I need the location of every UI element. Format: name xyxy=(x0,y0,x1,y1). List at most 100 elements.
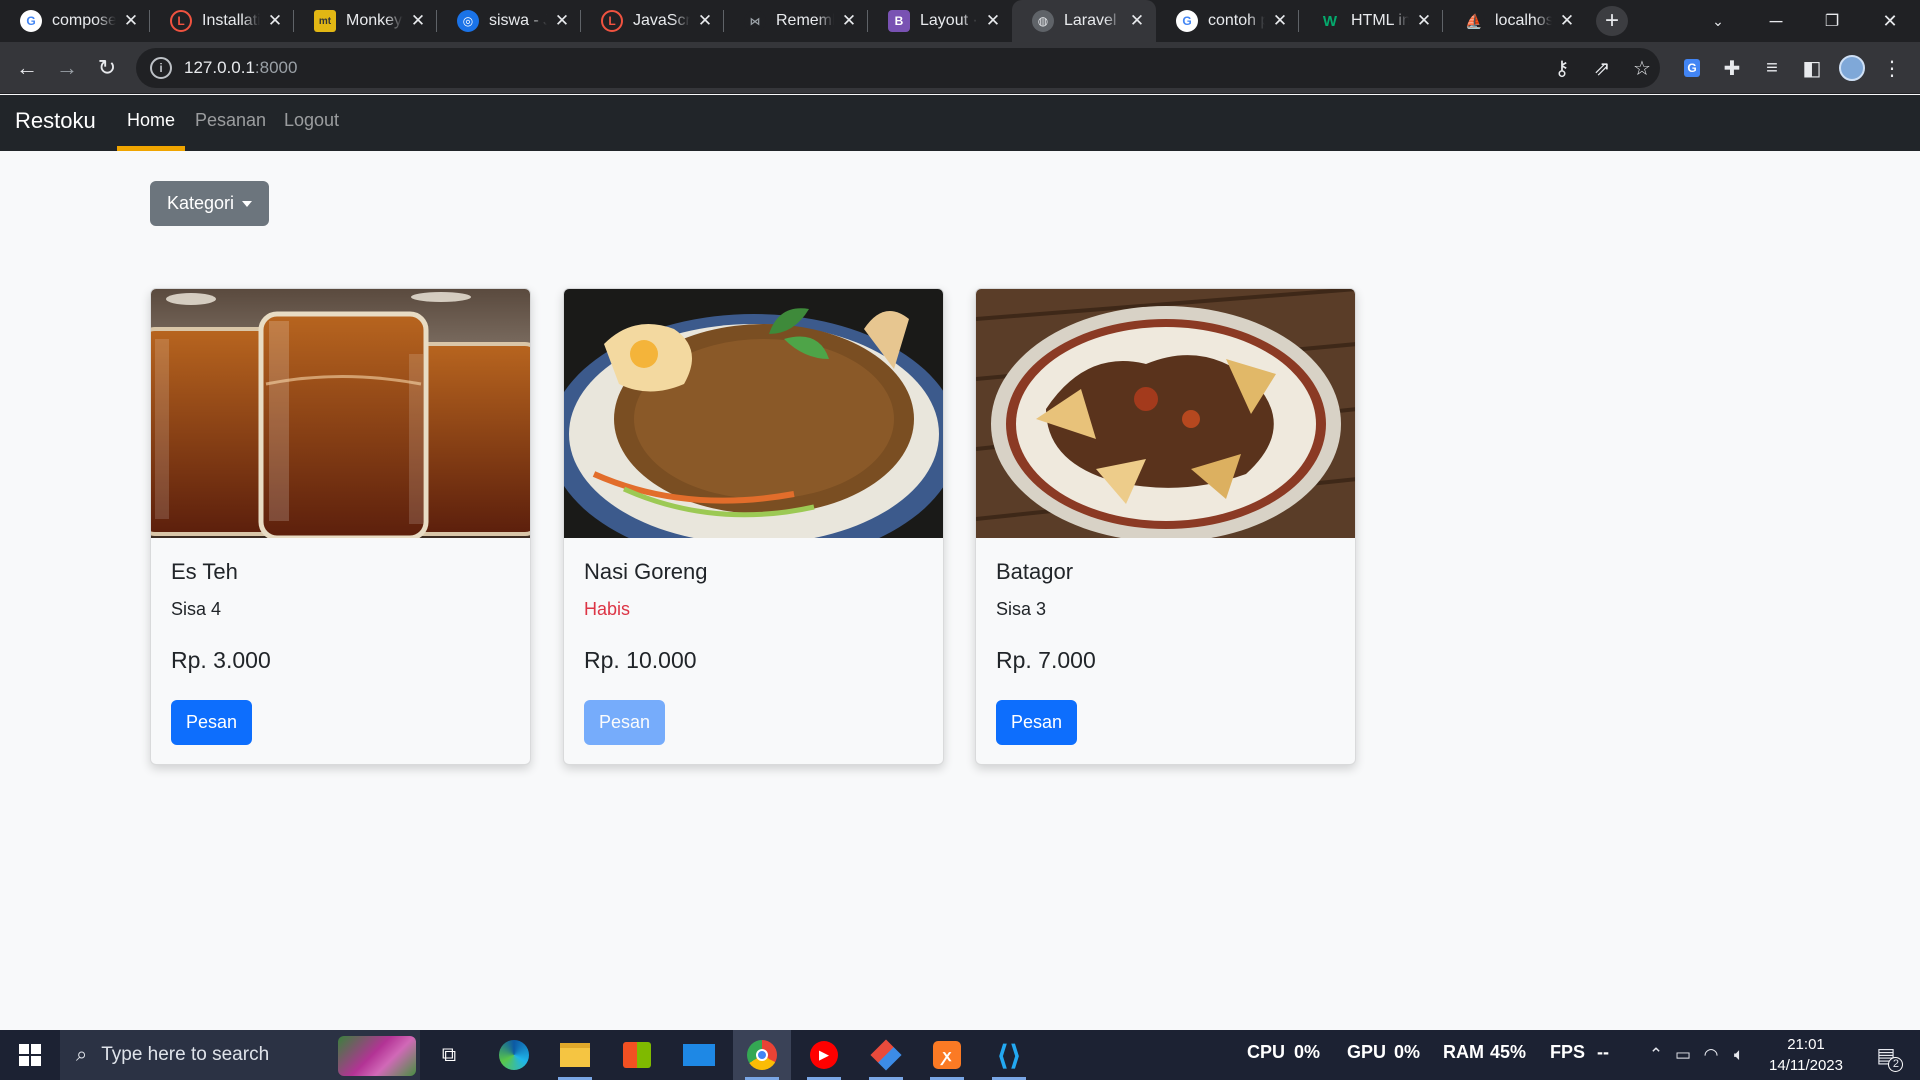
pesan-button[interactable]: Pesan xyxy=(171,700,252,745)
reload-icon[interactable]: ↻ xyxy=(90,51,124,85)
browser-tab[interactable]: W HTML input ✕ xyxy=(1299,0,1443,42)
browser-tab[interactable]: ◎ siswa - Jupyter ✕ xyxy=(437,0,581,42)
close-icon[interactable]: ✕ xyxy=(1271,12,1289,30)
card-stock: Sisa 3 xyxy=(996,599,1047,619)
menu-card: Nasi Goreng Habis Rp. 10.000 Pesan xyxy=(563,288,944,765)
ram-label: RAM xyxy=(1443,1042,1484,1062)
task-view-icon[interactable]: ⧉ xyxy=(420,1030,478,1080)
browser-tab[interactable]: ⋈ Remember ✕ xyxy=(724,0,868,42)
close-icon[interactable]: ✕ xyxy=(266,12,284,30)
close-icon[interactable]: ✕ xyxy=(1558,12,1576,30)
browser-tab-active[interactable]: ◍ Laravel ✕ xyxy=(1012,0,1156,42)
close-icon[interactable]: ✕ xyxy=(553,12,571,30)
close-icon[interactable]: ✕ xyxy=(1128,12,1146,30)
nav-logout[interactable]: Logout xyxy=(284,110,339,131)
kategori-dropdown-button[interactable]: Kategori xyxy=(150,181,269,226)
card-title: Es Teh xyxy=(171,559,238,584)
food-image xyxy=(564,289,943,538)
browser-tab[interactable]: ⛵ localhost ✕ xyxy=(1443,0,1586,42)
browser-tab[interactable]: B Layout · Bootstrap ✕ xyxy=(868,0,1012,42)
jupyter-icon: ◎ xyxy=(457,10,479,32)
close-icon[interactable]: ✕ xyxy=(122,12,140,30)
w3schools-icon: W xyxy=(1319,10,1341,32)
minimize-icon[interactable]: ─ xyxy=(1748,0,1804,42)
side-panel-icon[interactable]: ◧ xyxy=(1796,52,1828,84)
close-icon[interactable]: ✕ xyxy=(840,12,858,30)
url-host: 127.0.0.1 xyxy=(184,58,255,77)
volume-icon[interactable]: 🔈︎ xyxy=(1726,1030,1752,1080)
more-menu-icon[interactable]: ⋮ xyxy=(1876,52,1908,84)
nav-pesanan[interactable]: Pesanan xyxy=(195,110,266,131)
vscode-icon[interactable]: ⟨⟩ xyxy=(980,1030,1038,1080)
bookmark-star-icon[interactable]: ☆ xyxy=(1626,52,1658,84)
phpmyadmin-icon: ⛵ xyxy=(1463,10,1485,32)
share-icon[interactable]: ⇗ xyxy=(1586,52,1618,84)
close-icon[interactable]: ✕ xyxy=(409,12,427,30)
google-icon: G xyxy=(20,10,42,32)
card-price: Rp. 3.000 xyxy=(171,647,271,673)
browser-tab[interactable]: L JavaScript ✕ xyxy=(581,0,724,42)
site-info-icon[interactable]: i xyxy=(150,57,172,79)
tab-label: siswa - Jupyter xyxy=(489,12,547,29)
card-title: Batagor xyxy=(996,559,1074,584)
tab-label: JavaScript xyxy=(633,12,690,29)
bootstrap-icon: B xyxy=(888,10,910,32)
edge-icon[interactable] xyxy=(485,1030,543,1080)
chrome-icon[interactable] xyxy=(733,1030,791,1080)
tab-label: Laravel xyxy=(1064,12,1117,29)
search-highlight-flowers-icon xyxy=(338,1036,416,1076)
wifi-icon[interactable]: ◠ xyxy=(1698,1030,1724,1080)
cpu-value: 0% xyxy=(1294,1042,1321,1062)
file-explorer-icon[interactable] xyxy=(546,1030,604,1080)
youtube-music-icon[interactable]: ▶ xyxy=(795,1030,853,1080)
food-image xyxy=(151,289,530,538)
profile-avatar[interactable] xyxy=(1836,52,1868,84)
tab-search-icon[interactable]: ⌄ xyxy=(1690,0,1746,42)
address-bar[interactable]: i 127.0.0.1:8000 xyxy=(136,48,1660,88)
tab-label: Remember xyxy=(776,12,834,29)
taskbar-search-box[interactable]: ⌕ Type here to search xyxy=(60,1030,420,1080)
browser-tab[interactable]: G contoh project ✕ xyxy=(1156,0,1299,42)
password-key-icon[interactable]: ⚷ xyxy=(1546,52,1578,84)
close-icon[interactable]: ✕ xyxy=(1415,12,1433,30)
clock-date: 14/11/2023 xyxy=(1769,1057,1843,1074)
taskbar-clock[interactable]: 21:01 14/11/2023 xyxy=(1758,1034,1854,1076)
pesan-button[interactable]: Pesan xyxy=(584,700,665,745)
restore-icon[interactable]: ❐ xyxy=(1804,0,1860,42)
xampp-icon[interactable]: ꭗ xyxy=(918,1030,976,1080)
tab-label: Monkeytype xyxy=(346,12,403,29)
translate-extension-icon[interactable]: G xyxy=(1676,52,1708,84)
forward-icon[interactable]: → xyxy=(50,51,84,85)
monkeytype-icon: mt xyxy=(314,10,336,32)
close-icon[interactable]: ✕ xyxy=(696,12,714,30)
browser-tab[interactable]: L Installation ✕ xyxy=(150,0,294,42)
battery-icon[interactable]: ▭ xyxy=(1670,1030,1696,1080)
browser-tab[interactable]: mt Monkeytype ✕ xyxy=(294,0,437,42)
window-close-icon[interactable]: ✕ xyxy=(1862,0,1918,42)
ram-value: 45% xyxy=(1490,1042,1527,1062)
browser-toolbar: ← → ↻ i 127.0.0.1:8000 ⚷ ⇗ ☆ G ✚ ≡ ◧ ⋮ xyxy=(0,42,1920,94)
pesan-button[interactable]: Pesan xyxy=(996,700,1077,745)
card-price: Rp. 10.000 xyxy=(584,647,697,673)
windows-start-icon[interactable] xyxy=(0,1030,60,1080)
notification-center-icon[interactable]: ▤ 2 xyxy=(1862,1030,1910,1080)
laravel-icon: L xyxy=(601,10,623,32)
browser-tab[interactable]: G compose ✕ xyxy=(0,0,150,42)
nav-home[interactable]: Home xyxy=(127,110,175,131)
mail-icon[interactable] xyxy=(670,1030,728,1080)
new-tab-button[interactable]: + xyxy=(1596,6,1628,36)
tray-chevron-up-icon[interactable]: ⌃ xyxy=(1644,1030,1668,1080)
caret-down-icon xyxy=(242,200,253,207)
extensions-puzzle-icon[interactable]: ✚ xyxy=(1716,52,1748,84)
close-icon[interactable]: ✕ xyxy=(984,12,1002,30)
back-icon[interactable]: ← xyxy=(10,51,44,85)
tab-label: localhost xyxy=(1495,12,1552,29)
windows-taskbar: ⌕ Type here to search ⧉ ▶ ꭗ ⟨⟩ CPU 0% GP… xyxy=(0,1030,1920,1080)
reading-list-icon[interactable]: ≡ xyxy=(1756,52,1788,84)
tab-label: HTML input xyxy=(1351,12,1409,29)
microsoft-store-icon[interactable] xyxy=(608,1030,666,1080)
git-tool-icon[interactable] xyxy=(857,1030,915,1080)
card-stock: Sisa 4 xyxy=(171,599,222,619)
notification-count: 2 xyxy=(1888,1056,1904,1072)
brand-logo[interactable]: Restoku xyxy=(15,108,96,134)
